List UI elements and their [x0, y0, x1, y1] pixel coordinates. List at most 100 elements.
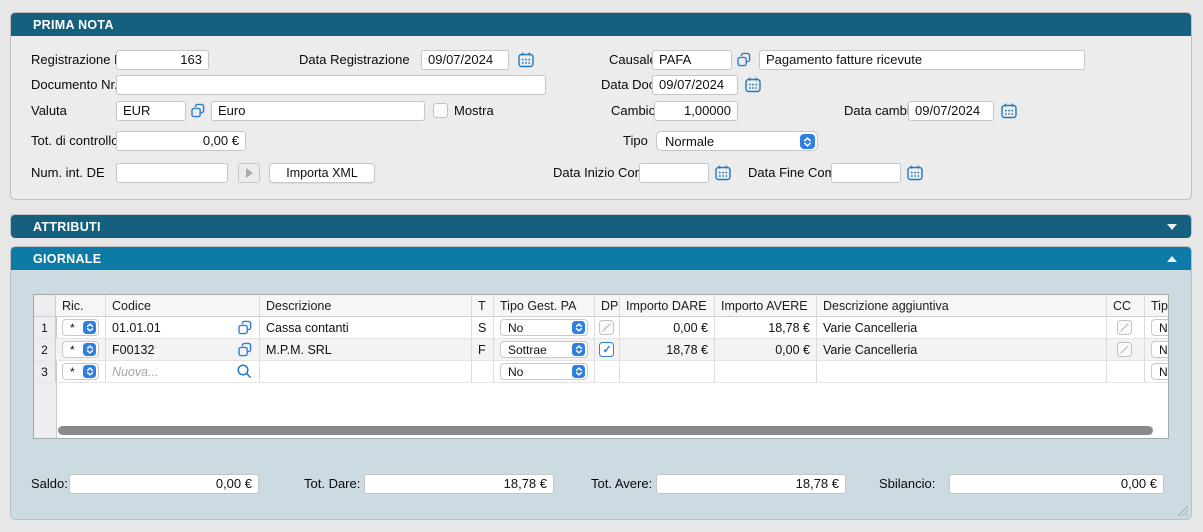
codice-cell[interactable]: 01.01.01 — [106, 317, 260, 338]
col-importo-dare[interactable]: Importo DARE — [620, 295, 715, 316]
giornale-panel: GIORNALE Ric. Codice Descrizione T Tipo … — [10, 246, 1192, 520]
row-number: 1 — [34, 317, 56, 338]
mostra-label: Mostra — [454, 101, 494, 121]
calendar-icon[interactable] — [714, 164, 732, 182]
tot-controllo-input[interactable]: 0,00 € — [116, 131, 246, 151]
descrizione-aggiuntiva-cell[interactable]: Varie Cancelleria — [817, 339, 1107, 360]
select-stepper-icon — [572, 365, 585, 378]
col-importo-avere[interactable]: Importo AVERE — [715, 295, 817, 316]
link-icon[interactable] — [237, 342, 253, 358]
giornale-table: Ric. Codice Descrizione T Tipo Gest. PA … — [33, 294, 1169, 439]
ric-select[interactable]: * — [62, 363, 99, 380]
data-inizio-input[interactable] — [639, 163, 709, 183]
giornale-header[interactable]: GIORNALE — [11, 247, 1191, 270]
tipo-label: Tipo — [623, 131, 648, 151]
attributi-header[interactable]: ATTRIBUTI — [11, 215, 1191, 238]
dp-checkbox[interactable] — [599, 320, 614, 335]
table-row: 1 * 01.01.01 Cassa contanti S No 0,00 € … — [34, 317, 1168, 339]
saldo-label: Saldo: — [31, 474, 68, 494]
data-registrazione-input[interactable]: 09/07/2024 — [421, 50, 509, 70]
link-icon[interactable] — [237, 320, 253, 336]
collapse-down-icon[interactable] — [1167, 224, 1177, 230]
importo-avere-cell[interactable]: 18,78 € — [715, 317, 817, 338]
select-stepper-icon — [800, 134, 815, 149]
tipo-gest-pa-select[interactable]: Sottrae — [500, 341, 588, 358]
col-ric[interactable]: Ric. — [56, 295, 106, 316]
tipo-gest-pa-select[interactable]: No — [500, 363, 588, 380]
calendar-icon[interactable] — [517, 51, 535, 69]
registrazione-input[interactable]: 163 — [116, 50, 209, 70]
select-stepper-icon — [83, 321, 96, 334]
num-int-de-input[interactable] — [116, 163, 228, 183]
col-dp[interactable]: DP — [595, 295, 620, 316]
run-button[interactable] — [238, 163, 260, 183]
resize-grip[interactable] — [1177, 505, 1188, 516]
select-stepper-icon — [83, 365, 96, 378]
tipo-select-value: Normale — [665, 134, 714, 149]
col-descrizione[interactable]: Descrizione — [260, 295, 472, 316]
table-row: 2 * F00132 M.P.M. SRL F Sottrae 18,78 € … — [34, 339, 1168, 361]
calendar-icon[interactable] — [744, 76, 762, 94]
descrizione-cell[interactable]: M.P.M. SRL — [260, 339, 472, 360]
dp-checkbox[interactable] — [599, 342, 614, 357]
causale-description-input[interactable]: Pagamento fatture ricevute — [759, 50, 1085, 70]
col-codice[interactable]: Codice — [106, 295, 260, 316]
descrizione-aggiuntiva-cell[interactable] — [817, 361, 1107, 382]
importo-avere-cell[interactable] — [715, 361, 817, 382]
tipo-select[interactable]: No — [1151, 341, 1169, 358]
link-icon[interactable] — [190, 103, 208, 121]
t-cell: F — [472, 339, 494, 360]
col-cc[interactable]: CC — [1107, 295, 1145, 316]
valuta-description-input[interactable]: Euro — [211, 101, 425, 121]
importo-dare-cell[interactable] — [620, 361, 715, 382]
mostra-checkbox[interactable] — [433, 103, 448, 118]
cc-checkbox[interactable] — [1117, 342, 1132, 357]
link-icon[interactable] — [736, 52, 754, 70]
data-cambio-label: Data cambio — [844, 101, 917, 121]
tot-controllo-label: Tot. di controllo — [31, 131, 118, 151]
ric-select[interactable]: * — [62, 319, 99, 336]
sbilancio-label: Sbilancio: — [879, 474, 935, 494]
row-tot-controllo: Tot. di controllo 0,00 € Tipo Normale — [11, 131, 1191, 151]
ric-select[interactable]: * — [62, 341, 99, 358]
documento-input[interactable] — [116, 75, 546, 95]
importo-dare-cell[interactable]: 18,78 € — [620, 339, 715, 360]
tipo-select[interactable]: Normale — [656, 131, 818, 151]
attributi-panel: ATTRIBUTI — [10, 214, 1192, 237]
scrollbar-thumb[interactable] — [58, 426, 1153, 435]
importa-xml-button[interactable]: Importa XML — [269, 163, 375, 183]
collapse-up-icon[interactable] — [1167, 256, 1177, 262]
data-doc-input[interactable]: 09/07/2024 — [652, 75, 738, 95]
tipo-gest-pa-select[interactable]: No — [500, 319, 588, 336]
cc-checkbox[interactable] — [1117, 320, 1132, 335]
data-cambio-input[interactable]: 09/07/2024 — [908, 101, 994, 121]
descrizione-cell[interactable]: Cassa contanti — [260, 317, 472, 338]
data-fine-input[interactable] — [831, 163, 901, 183]
col-tipo-gest-pa[interactable]: Tipo Gest. PA — [494, 295, 595, 316]
descrizione-aggiuntiva-cell[interactable]: Varie Cancelleria — [817, 317, 1107, 338]
cambio-input[interactable]: 1,00000 — [654, 101, 738, 121]
col-descrizione-aggiuntiva[interactable]: Descrizione aggiuntiva — [817, 295, 1107, 316]
descrizione-cell[interactable] — [260, 361, 472, 382]
codice-cell[interactable]: Nuova... — [106, 361, 260, 382]
calendar-icon[interactable] — [1000, 102, 1018, 120]
horizontal-scrollbar[interactable] — [58, 426, 1162, 435]
col-t[interactable]: T — [472, 295, 494, 316]
t-cell — [472, 361, 494, 382]
calendar-icon[interactable] — [906, 164, 924, 182]
tipo-select[interactable]: No — [1151, 363, 1169, 380]
importo-dare-cell[interactable]: 0,00 € — [620, 317, 715, 338]
tot-dare-label: Tot. Dare: — [304, 474, 360, 494]
valuta-code-input[interactable]: EUR — [116, 101, 186, 121]
importo-avere-cell[interactable]: 0,00 € — [715, 339, 817, 360]
codice-cell[interactable]: F00132 — [106, 339, 260, 360]
search-icon[interactable] — [236, 363, 253, 380]
panel-title: GIORNALE — [11, 252, 101, 266]
col-tipo[interactable]: Tipo — [1145, 295, 1169, 316]
row-documento: Documento Nr. Data Doc. 09/07/2024 — [11, 75, 1191, 95]
prima-nota-panel: PRIMA NOTA Registrazione Nr. 163 Data Re… — [10, 12, 1192, 200]
tipo-select[interactable]: No — [1151, 319, 1169, 336]
tot-dare-value: 18,78 € — [364, 474, 554, 494]
causale-code-input[interactable]: PAFA — [652, 50, 732, 70]
t-cell: S — [472, 317, 494, 338]
